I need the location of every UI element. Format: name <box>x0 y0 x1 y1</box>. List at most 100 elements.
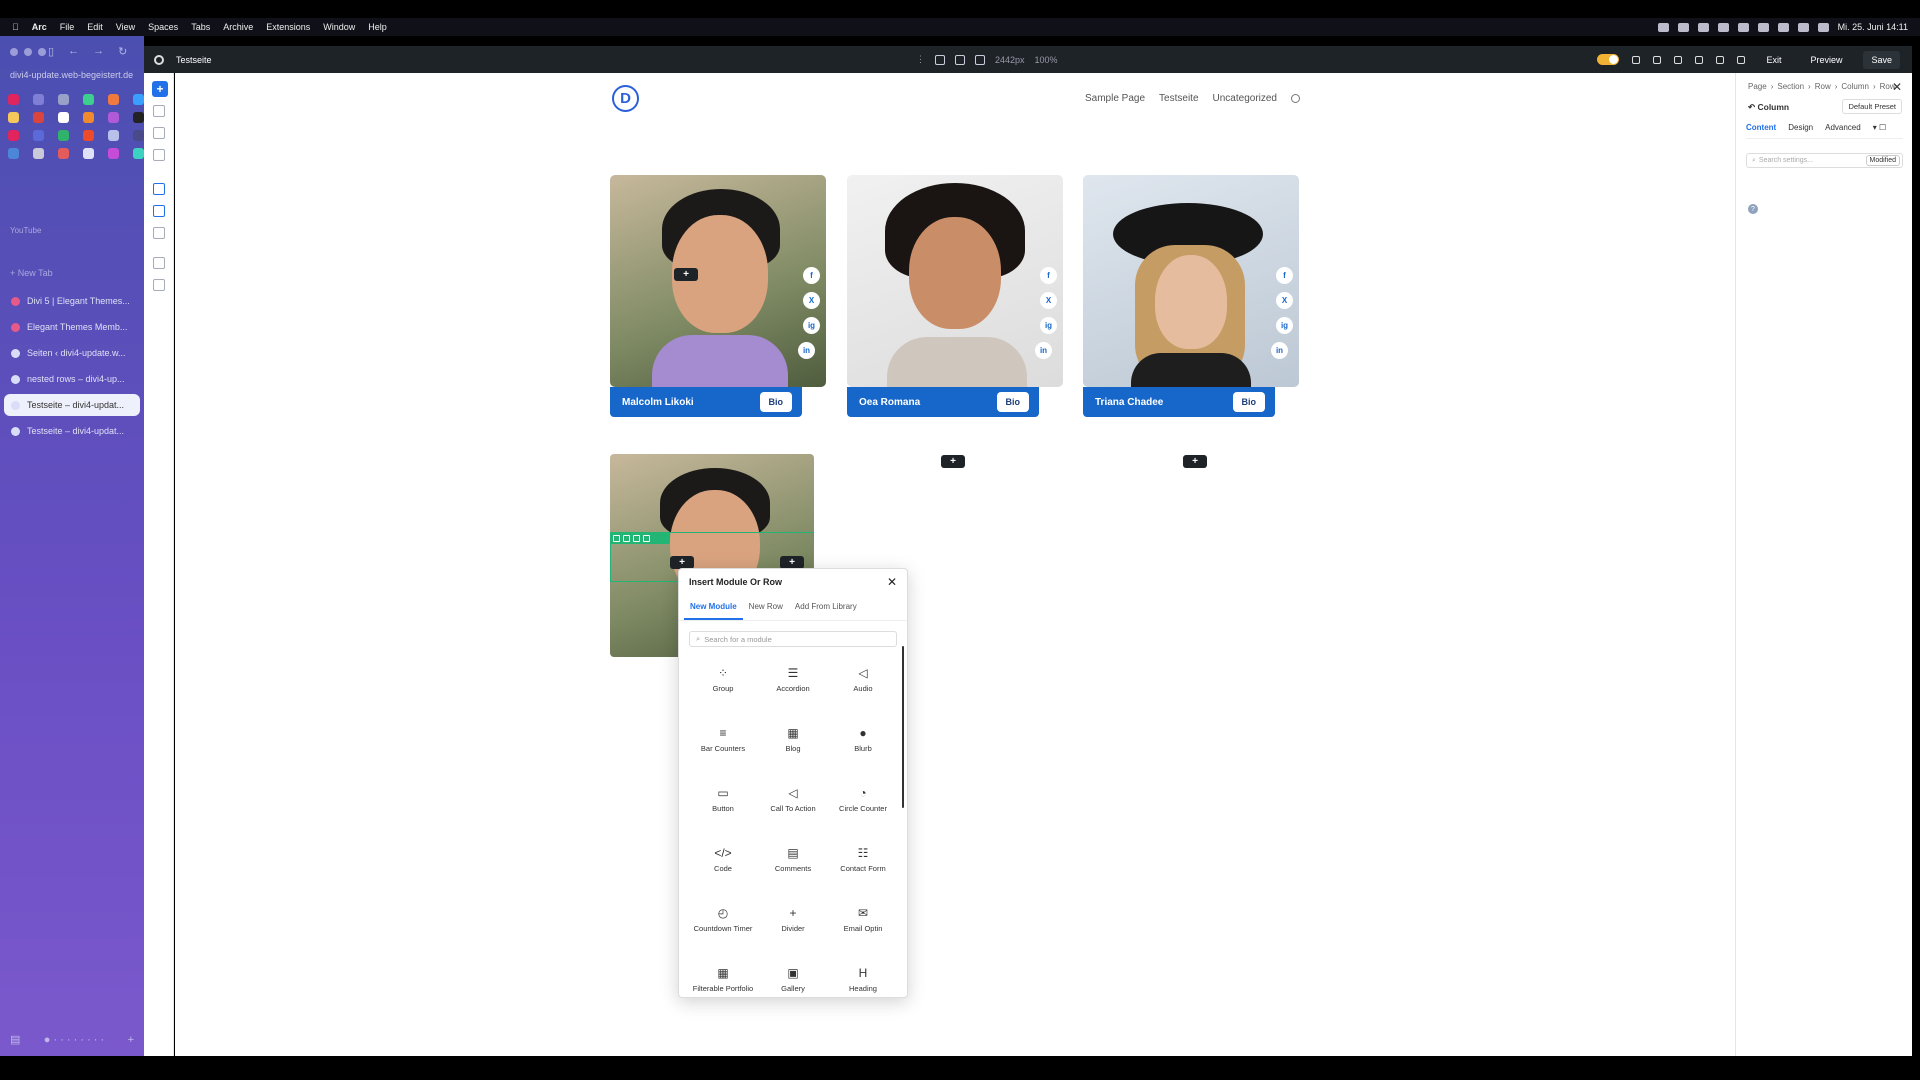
close-icon[interactable]: ✕ <box>887 575 897 589</box>
module-contact-form[interactable]: ☷ Contact Form <box>828 833 898 887</box>
module-heading[interactable]: H Heading <box>828 953 898 993</box>
menu-help[interactable]: Help <box>368 22 387 32</box>
module-comments[interactable]: ▤ Comments <box>758 833 828 887</box>
library-icon[interactable] <box>153 127 165 139</box>
tray-icon[interactable] <box>1757 22 1769 32</box>
sidebar-toggle-icon[interactable]: ▯ <box>48 45 54 58</box>
help-icon[interactable] <box>153 279 165 291</box>
structure-icon[interactable] <box>153 149 165 161</box>
module-toolbar[interactable] <box>610 532 670 544</box>
favorite-icon[interactable] <box>58 94 69 105</box>
tray-icon[interactable] <box>1717 22 1729 32</box>
layers-icon[interactable] <box>153 105 165 117</box>
favorite-icon[interactable] <box>83 148 94 159</box>
page-layouts-icon[interactable] <box>153 227 165 239</box>
module-group[interactable]: ⁘ Group <box>688 653 758 707</box>
site-logo[interactable]: D <box>612 85 639 112</box>
facebook-icon[interactable]: f <box>803 267 820 284</box>
phone-view-icon[interactable] <box>975 54 985 65</box>
tab-new-row[interactable]: New Row <box>743 595 789 620</box>
tab-design[interactable]: Design <box>1788 123 1813 132</box>
favorite-icon[interactable] <box>83 112 94 123</box>
favorite-icon[interactable] <box>83 130 94 141</box>
width-readout[interactable]: 2442px <box>995 55 1025 65</box>
menu-edit[interactable]: Edit <box>87 22 103 32</box>
module-call-to-action[interactable]: ◁ Call To Action <box>758 773 828 827</box>
page-settings-gear-icon[interactable] <box>154 54 164 65</box>
module-accordion[interactable]: ☰ Accordion <box>758 653 828 707</box>
save-button[interactable]: Save <box>1863 50 1900 69</box>
sidebar-tab[interactable]: nested rows – divi4-up... <box>4 368 140 390</box>
apple-icon[interactable]:  <box>12 22 19 32</box>
module-divider[interactable]: + Divider <box>758 893 828 947</box>
search-icon[interactable] <box>1291 94 1300 103</box>
bio-button[interactable]: Bio <box>759 392 792 412</box>
module-search-input[interactable]: ⌕ Search for a module <box>689 631 897 647</box>
favorite-icon[interactable] <box>58 112 69 123</box>
favorite-icon[interactable] <box>58 148 69 159</box>
module-blog[interactable]: ▦ Blog <box>758 713 828 767</box>
module-gallery[interactable]: ▣ Gallery <box>758 953 828 993</box>
module-blurb[interactable]: ● Blurb <box>828 713 898 767</box>
tray-icon[interactable] <box>1677 22 1689 32</box>
zoom-readout[interactable]: 100% <box>1035 55 1058 65</box>
menu-file[interactable]: File <box>60 22 75 32</box>
panel-title[interactable]: ↶ Column <box>1748 102 1789 113</box>
tab-advanced[interactable]: Advanced <box>1825 123 1861 132</box>
favorite-icon[interactable] <box>8 94 19 105</box>
module-code[interactable]: </> Code <box>688 833 758 887</box>
sidebar-tab[interactable]: Elegant Themes Memb... <box>4 316 140 338</box>
reload-icon[interactable]: ↻ <box>118 45 127 58</box>
power-icon[interactable] <box>1737 55 1746 64</box>
favorite-icon[interactable] <box>33 94 44 105</box>
breadcrumb-item[interactable]: Column <box>1841 82 1869 91</box>
nav-sample-page[interactable]: Sample Page <box>1085 93 1145 104</box>
close-icon[interactable]: ✕ <box>1892 80 1902 94</box>
preview-button[interactable]: Preview <box>1802 51 1850 69</box>
module-filterable-portfolio[interactable]: ▦ Filterable Portfolio <box>688 953 758 993</box>
favorite-icon[interactable] <box>108 94 119 105</box>
module-email-optin[interactable]: ✉ Email Optin <box>828 893 898 947</box>
control-center-icon[interactable] <box>1817 22 1829 32</box>
tab-new-module[interactable]: New Module <box>684 595 743 620</box>
preset-select[interactable]: Default Preset <box>1842 99 1902 114</box>
nav-testseite[interactable]: Testseite <box>1159 93 1198 104</box>
settings-search-input[interactable]: ⌕ Search settings... Modified <box>1746 153 1903 168</box>
instagram-icon[interactable]: ig <box>1276 317 1293 334</box>
add-module-button[interactable]: + <box>941 455 965 468</box>
settings-icon[interactable] <box>613 534 620 542</box>
linkedin-icon[interactable]: in <box>798 342 815 359</box>
visual-mode-icon[interactable] <box>153 205 165 217</box>
favorite-icon[interactable] <box>133 94 144 105</box>
x-twitter-icon[interactable]: X <box>803 292 820 309</box>
theme-toggle[interactable] <box>1597 54 1620 65</box>
breadcrumb-item[interactable]: Page <box>1748 82 1767 91</box>
add-space-icon[interactable]: + <box>128 1034 134 1046</box>
x-twitter-icon[interactable]: X <box>1040 292 1057 309</box>
space-dots[interactable]: ● · · · · · · · · <box>44 1034 104 1046</box>
wireframe-icon[interactable] <box>153 183 165 195</box>
bio-button[interactable]: Bio <box>1232 392 1265 412</box>
module-audio[interactable]: ◁ Audio <box>828 653 898 707</box>
sidebar-tab-active[interactable]: Testseite – divi4-updat... <box>4 394 140 416</box>
tray-icon[interactable] <box>1657 22 1669 32</box>
menu-spaces[interactable]: Spaces <box>148 22 178 32</box>
favorite-icon[interactable] <box>33 130 44 141</box>
tray-icon[interactable] <box>1697 22 1709 32</box>
new-tab-button[interactable]: + New Tab <box>10 268 53 278</box>
favorite-icon[interactable] <box>8 148 19 159</box>
favorite-icon[interactable] <box>108 112 119 123</box>
tablet-view-icon[interactable] <box>955 54 965 65</box>
menu-arc[interactable]: Arc <box>32 22 47 32</box>
favorite-icon[interactable] <box>108 148 119 159</box>
favorite-icon[interactable] <box>83 94 94 105</box>
tools-icon[interactable] <box>153 257 165 269</box>
favorite-icon[interactable] <box>133 148 144 159</box>
url-bar[interactable]: divi4-update.web-begeistert.de <box>10 70 133 80</box>
more-icon[interactable]: ⋮ <box>916 54 925 65</box>
favorite-icon[interactable] <box>58 130 69 141</box>
archive-icon[interactable]: ▤ <box>10 1033 20 1046</box>
history-icon[interactable] <box>1674 55 1683 64</box>
back-icon[interactable]: ← <box>68 45 79 58</box>
help-icon[interactable]: ? <box>1748 204 1758 214</box>
